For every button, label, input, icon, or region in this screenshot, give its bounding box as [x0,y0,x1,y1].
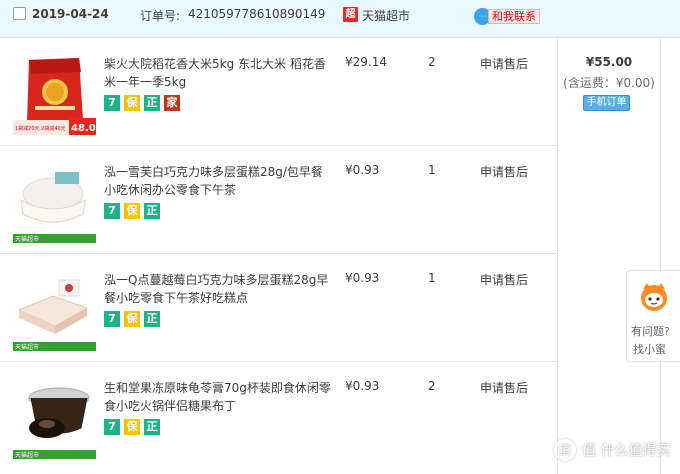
product-thumbnail[interactable]: 天猫超市 [13,160,96,243]
after-sales-link[interactable]: 申请售后 [480,271,528,288]
thumb-price-text: 48.0 [71,123,96,134]
unit-price: ¥0.93 [345,163,380,177]
tmall-supermarket-icon: 超 [343,7,358,22]
order-item-row: 天猫超市 泓一Q点蔓越莓白巧克力味多层蛋糕28g早餐小吃零食下午茶好吃糕点 7 … [0,254,557,362]
order-number: 421059778610890149 [188,7,326,21]
contact-seller-label: 和我联系 [488,9,540,24]
order-date: 2019-04-24 [32,7,109,21]
unit-price: ¥29.14 [345,55,387,69]
genuine-icon[interactable]: 正 [144,95,160,111]
order-item-row: 1袋减20元 2袋减40元 48.0 柴火大院稻花香大米5kg 东北大米 稻花香… [0,38,557,146]
genuine-icon[interactable]: 正 [144,419,160,435]
shop-name-link[interactable]: 天猫超市 [362,7,410,24]
assistant-mascot-icon [641,283,667,311]
product-title-link[interactable]: 泓一雪芙白巧克力味多层蛋糕28g/包早餐小吃休闲办公零食下午茶 [104,163,332,199]
product-thumbnail[interactable]: 天猫超市 [13,376,96,459]
zhi-icon: 值 [554,439,576,461]
shipping-fee-note: (含运费：¥0.00) [563,76,655,90]
service-tags: 7 保 正 [104,419,160,435]
product-thumbnail[interactable]: 1袋减20元 2袋减40元 48.0 [13,52,96,135]
quantity: 2 [428,55,436,69]
guarantee-icon[interactable]: 保 [124,95,140,111]
help-assistant-widget[interactable]: 有问题? 找小蜜 [626,270,680,362]
order-item-row: 天猫超市 生和堂果冻原味龟苓膏70g杯装即食休闲零食小吃火锅伴侣糖果布丁 7 保… [0,362,557,474]
guarantee-icon[interactable]: 保 [124,203,140,219]
guarantee-icon[interactable]: 保 [124,311,140,327]
contact-seller-button[interactable]: ··· 和我联系 [474,8,540,25]
order-checkbox[interactable] [13,7,26,20]
seven-day-return-icon[interactable]: 7 [104,419,120,435]
watermark-text: 值 什么值得买 [582,443,671,459]
service-tags: 7 保 正 [104,203,160,219]
after-sales-link[interactable]: 申请售后 [480,379,528,396]
seven-day-return-icon[interactable]: 7 [104,95,120,111]
thumb-promo-text: 1袋减20元 2袋减40元 [15,125,66,132]
quantity: 1 [428,271,436,285]
unit-price: ¥0.93 [345,379,380,393]
after-sales-link[interactable]: 申请售后 [480,55,528,72]
order-item-row: 天猫超市 泓一雪芙白巧克力味多层蛋糕28g/包早餐小吃休闲办公零食下午茶 7 保… [0,146,557,254]
seven-day-return-icon[interactable]: 7 [104,311,120,327]
order-header: 2019-04-24 订单号: 421059778610890149 超 天猫超… [0,0,680,38]
after-sales-link[interactable]: 申请售后 [480,163,528,180]
unit-price: ¥0.93 [345,271,380,285]
help-assistant-text: 找小蜜 [633,343,666,356]
guarantee-icon[interactable]: 保 [124,419,140,435]
mobile-order-badge[interactable]: 手机订单 [583,95,630,111]
product-thumbnail[interactable]: 天猫超市 [13,268,96,351]
column-divider [660,38,661,474]
seven-day-return-icon[interactable]: 7 [104,203,120,219]
genuine-icon[interactable]: 正 [144,203,160,219]
thumb-store-text: 天猫超市 [15,451,39,459]
product-title-link[interactable]: 生和堂果冻原味龟苓膏70g杯装即食休闲零食小吃火锅伴侣糖果布丁 [104,379,332,415]
order-total-amount: ¥55.00 [585,55,633,69]
help-question-text: 有问题? [631,325,670,338]
product-title-link[interactable]: 泓一Q点蔓越莓白巧克力味多层蛋糕28g早餐小吃零食下午茶好吃糕点 [104,271,332,307]
quantity: 2 [428,379,436,393]
genuine-icon[interactable]: 正 [144,311,160,327]
home-delivery-icon[interactable]: 家 [164,95,180,111]
quantity: 1 [428,163,436,177]
service-tags: 7 保 正 家 [104,95,180,111]
thumb-store-text: 天猫超市 [15,343,39,351]
product-title-link[interactable]: 柴火大院稻花香大米5kg 东北大米 稻花香米一年一季5kg [104,55,332,91]
watermark: 值 值 什么值得买 [554,439,670,461]
order-number-label: 订单号: [140,9,181,23]
thumb-store-text: 天猫超市 [15,235,39,243]
service-tags: 7 保 正 [104,311,160,327]
order-total-column: ¥55.00 (含运费：¥0.00) 手机订单 [558,38,660,474]
